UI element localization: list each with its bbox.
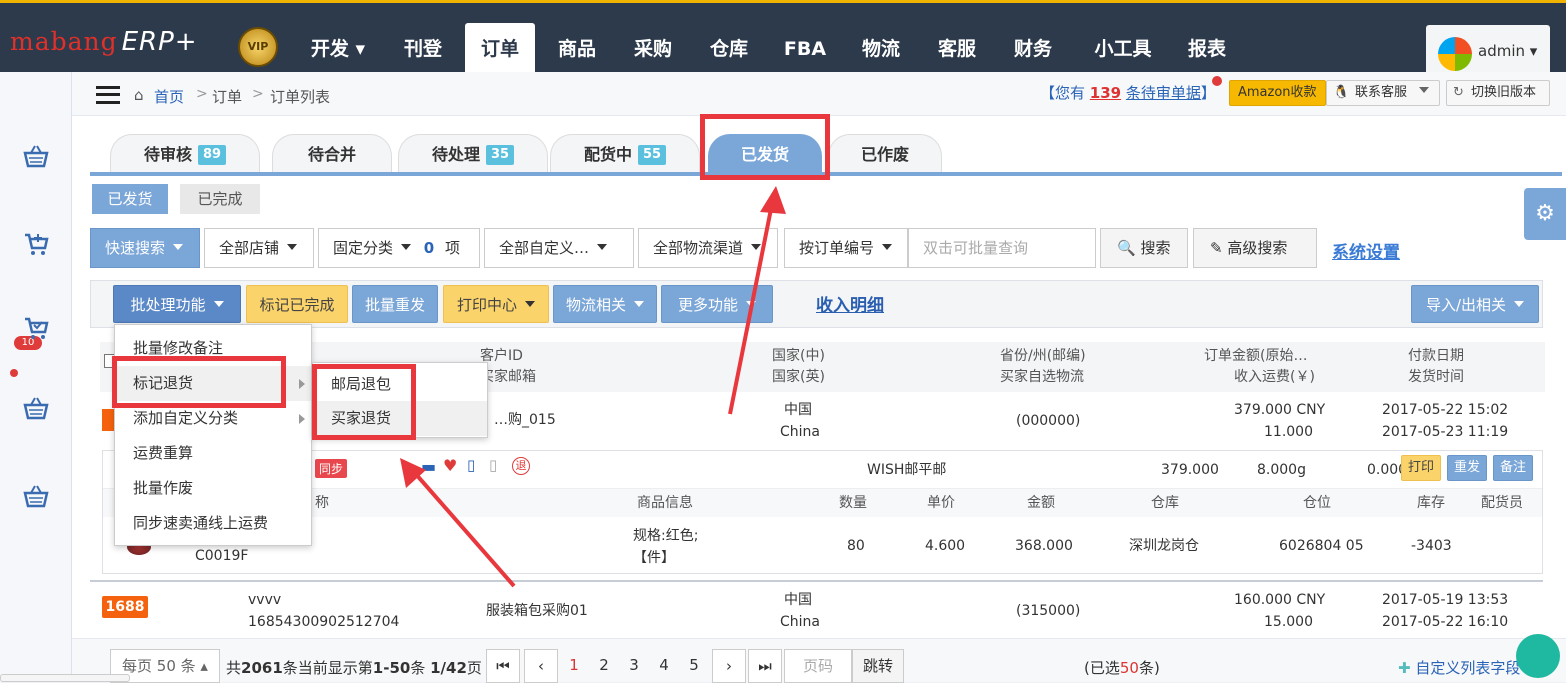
status-bar	[0, 674, 130, 682]
annotation-arrows	[400, 186, 786, 588]
help-fab[interactable]	[1516, 634, 1560, 678]
arrow-head	[760, 186, 786, 214]
arrow-line	[412, 470, 516, 588]
arrow-line	[728, 203, 774, 415]
